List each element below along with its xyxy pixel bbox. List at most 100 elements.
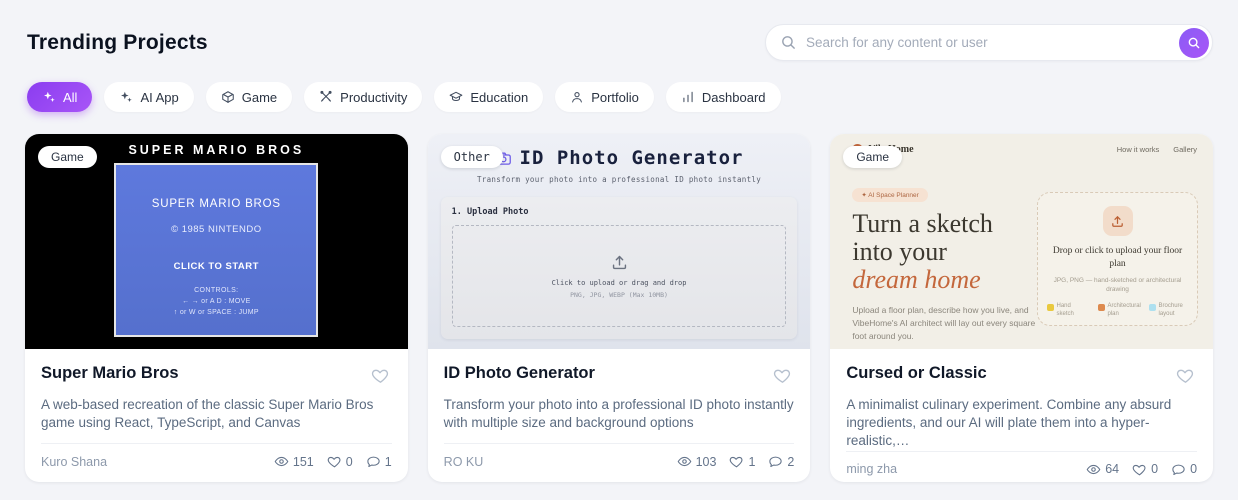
project-description: A minimalist culinary experiment. Combin… (846, 396, 1197, 451)
hand-sketch-icon (1047, 304, 1054, 311)
heart-icon (773, 366, 792, 385)
game-copyright: © 1985 NINTENDO (171, 224, 262, 235)
heart-icon (1176, 366, 1195, 385)
author-name: RO KU (444, 455, 484, 469)
heading-line1: Turn a sketch (852, 209, 993, 238)
comments-stat[interactable]: 1 (366, 454, 392, 469)
author-name: ming zha (846, 462, 897, 476)
filter-bar: All AI App Game Productivity Education P… (0, 61, 1238, 112)
project-card-super-mario-bros[interactable]: Game SUPER MARIO BROS SUPER MARIO BROS ©… (25, 134, 408, 482)
architectural-plan-icon (1098, 304, 1105, 311)
category-tag: Game (843, 146, 902, 168)
filter-chip-game[interactable]: Game (206, 82, 292, 112)
ai-space-planner-badge: ✦ AI Space Planner (852, 188, 927, 202)
page-title: Trending Projects (27, 31, 208, 55)
search-submit-button[interactable] (1179, 28, 1209, 58)
person-icon (570, 90, 584, 104)
card-body: Cursed or Classic A minimalist culinary … (830, 349, 1213, 482)
thumb-heading: Turn a sketch into your dream home (852, 210, 1037, 294)
game-controls-move: ← → or A D : MOVE (182, 298, 251, 305)
views-stat: 64 (1086, 462, 1119, 477)
filter-chip-label: All (63, 90, 77, 105)
comments-count: 0 (1190, 462, 1197, 476)
type-hand-sketch: Hand sketch (1047, 303, 1087, 319)
sparkles-icon (119, 90, 133, 104)
thumb-heading: SUPER MARIO BROS (128, 143, 304, 157)
filter-chip-ai-app[interactable]: AI App (104, 82, 193, 112)
project-card-cursed-or-classic[interactable]: VibeHome How it works Gallery Game ✦ AI … (830, 134, 1213, 482)
upload-text: Click to upload or drag and drop (552, 279, 687, 287)
eye-icon (1086, 462, 1101, 477)
filter-chip-all[interactable]: All (27, 82, 92, 112)
views-count: 103 (696, 455, 717, 469)
nav-link-gallery: Gallery (1173, 145, 1197, 154)
comment-icon (366, 454, 381, 469)
thumb-subtitle: Transform your photo into a professional… (428, 175, 811, 184)
author-name: Kuro Shana (41, 455, 107, 469)
filter-chip-label: AI App (140, 90, 178, 105)
sparkles-icon (42, 90, 56, 104)
comment-icon (768, 454, 783, 469)
type-label: Architectural plan (1108, 303, 1141, 319)
dropzone-hint: JPG, PNG — hand-sketched or architectura… (1053, 276, 1183, 294)
filter-chip-label: Portfolio (591, 90, 639, 105)
thumb-body-text: Upload a floor plan, describe how you li… (852, 304, 1037, 342)
likes-stat[interactable]: 0 (327, 454, 353, 469)
project-title: ID Photo Generator (444, 364, 595, 383)
type-architectural-plan: Architectural plan (1098, 303, 1138, 319)
card-footer: RO KU 103 1 2 (444, 443, 795, 469)
upload-icon (1103, 206, 1133, 236)
brochure-layout-icon (1149, 304, 1156, 311)
likes-stat[interactable]: 0 (1132, 462, 1158, 477)
favorite-button[interactable] (1174, 364, 1197, 387)
upload-step-label: 1. Upload Photo (452, 207, 787, 217)
thumb-nav: How it works Gallery (1117, 145, 1197, 154)
search-input[interactable] (806, 35, 1172, 50)
game-start-text: CLICK TO START (174, 261, 259, 272)
views-stat: 103 (677, 454, 717, 469)
upload-panel: 1. Upload Photo Click to upload or drag … (441, 197, 798, 339)
comments-stat[interactable]: 2 (768, 454, 794, 469)
game-controls-label: CONTROLS: (194, 287, 238, 294)
views-count: 64 (1105, 462, 1119, 476)
cube-icon (221, 90, 235, 104)
thumb-heading: ID Photo Generator (520, 147, 744, 169)
upload-icon (610, 253, 629, 272)
game-controls-jump: ↑ or W or SPACE : JUMP (174, 309, 259, 316)
filter-chip-dashboard[interactable]: Dashboard (666, 82, 781, 112)
filter-chip-label: Education (470, 90, 528, 105)
type-label: Hand sketch (1057, 303, 1087, 319)
heart-icon (729, 454, 744, 469)
likes-count: 0 (1151, 462, 1158, 476)
likes-count: 0 (346, 455, 353, 469)
game-canvas: SUPER MARIO BROS © 1985 NINTENDO CLICK T… (114, 163, 318, 337)
likes-stat[interactable]: 1 (729, 454, 755, 469)
filter-chip-education[interactable]: Education (434, 82, 543, 112)
heart-icon (1132, 462, 1147, 477)
project-card-id-photo-generator[interactable]: Other ID Photo Generator Transform your … (428, 134, 811, 482)
favorite-button[interactable] (369, 364, 392, 387)
card-footer: ming zha 64 0 0 (846, 451, 1197, 477)
project-thumbnail[interactable]: Game SUPER MARIO BROS SUPER MARIO BROS ©… (25, 134, 408, 349)
eye-icon (274, 454, 289, 469)
comments-stat[interactable]: 0 (1171, 462, 1197, 477)
views-count: 151 (293, 455, 314, 469)
filter-chip-label: Productivity (340, 90, 407, 105)
eye-icon (677, 454, 692, 469)
project-thumbnail[interactable]: Other ID Photo Generator Transform your … (428, 134, 811, 349)
upload-dropzone: Click to upload or drag and drop PNG, JP… (452, 225, 787, 327)
card-footer: Kuro Shana 151 0 1 (41, 443, 392, 469)
favorite-button[interactable] (771, 364, 794, 387)
project-thumbnail[interactable]: VibeHome How it works Gallery Game ✦ AI … (830, 134, 1213, 349)
project-title: Super Mario Bros (41, 364, 179, 383)
floorplan-dropzone: Drop or click to upload your floor plan … (1037, 192, 1198, 326)
heart-icon (371, 366, 390, 385)
search-bar[interactable] (765, 24, 1213, 61)
card-body: Super Mario Bros A web-based recreation … (25, 349, 408, 482)
card-body: ID Photo Generator Transform your photo … (428, 349, 811, 482)
search-icon (1187, 36, 1201, 50)
filter-chip-portfolio[interactable]: Portfolio (555, 82, 654, 112)
dropzone-title: Drop or click to upload your floor plan (1053, 245, 1183, 271)
category-tag: Other (441, 146, 503, 168)
filter-chip-productivity[interactable]: Productivity (304, 82, 422, 112)
